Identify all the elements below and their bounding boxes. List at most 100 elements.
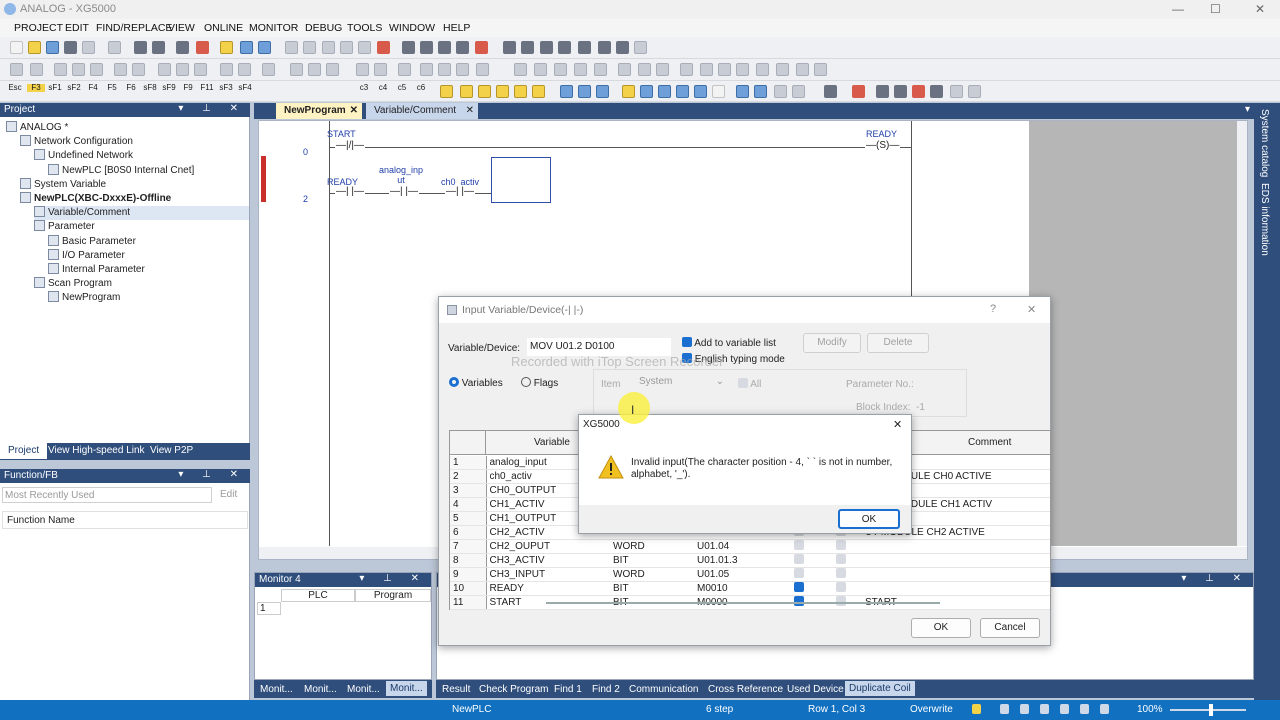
set-coil-icon[interactable] (796, 63, 809, 76)
io-skip-icon[interactable] (374, 63, 387, 76)
table-row[interactable]: 9 CH3_INPUT WORD U01.05 (450, 567, 1050, 582)
ladder-tool-esc[interactable]: Esc (6, 84, 24, 92)
comment-view-icon[interactable] (596, 85, 609, 98)
ladder-tool-c3[interactable]: c3 (355, 84, 373, 92)
tree-item[interactable]: Parameter (34, 220, 249, 234)
table-hscrollbar[interactable] (546, 602, 940, 604)
ladder-tool-c6[interactable]: c6 (412, 84, 430, 92)
variables-radio[interactable]: Variables (449, 377, 503, 389)
goto-step-icon[interactable] (578, 41, 591, 54)
undo-icon[interactable] (285, 41, 298, 54)
reset-coil-icon[interactable] (814, 63, 827, 76)
checkbox-unchecked-icon[interactable] (836, 568, 846, 578)
tab-used-device[interactable]: Used Device (787, 684, 844, 695)
module-icon[interactable] (420, 63, 433, 76)
checkbox-checked-icon[interactable] (794, 582, 804, 592)
system-log-icon[interactable] (476, 63, 489, 76)
pause-mode-icon[interactable] (90, 63, 103, 76)
checkbox-unchecked-icon[interactable] (794, 568, 804, 578)
stop-icon[interactable] (196, 41, 209, 54)
binoculars-icon[interactable] (503, 41, 516, 54)
label-icon[interactable] (622, 85, 635, 98)
side-tab-system-catalog[interactable]: System catalog (1259, 109, 1270, 177)
compare-icon[interactable] (158, 63, 171, 76)
ladder-tool-sf4[interactable]: sF4 (236, 84, 254, 92)
checkbox-unchecked-icon[interactable] (836, 596, 846, 606)
fault-mask-icon[interactable] (398, 63, 411, 76)
ladder-tool-sf8[interactable]: sF8 (141, 84, 159, 92)
grid-icon[interactable] (460, 85, 473, 98)
insert-row-icon[interactable] (402, 41, 415, 54)
menu-window[interactable]: WINDOW (389, 22, 435, 34)
tab-monitor-1[interactable]: Monit... (260, 684, 293, 695)
coil-ready[interactable]: —(S)— (865, 140, 901, 151)
ladder-tool-f11[interactable]: F11 (198, 84, 216, 92)
doc-icon[interactable] (640, 85, 653, 98)
contact-start[interactable]: —|/|— (335, 140, 365, 151)
read-icon[interactable] (114, 63, 127, 76)
input-ok-button[interactable]: OK (911, 618, 971, 638)
tab-high-speed-link[interactable]: View High-speed Link (40, 443, 153, 459)
run-mode-icon[interactable] (54, 63, 67, 76)
ladder-tool-f6[interactable]: F6 (122, 84, 140, 92)
tab-duplicate-coil[interactable]: Duplicate Coil (845, 681, 915, 696)
tab-dropdown-icon[interactable]: ▾ (1245, 104, 1250, 115)
window-icon[interactable] (258, 41, 271, 54)
tree-item[interactable]: NewPLC(XBC-DxxxE)-Offline (20, 192, 249, 206)
clear-plc-icon[interactable] (194, 63, 207, 76)
checkbox-unchecked-icon[interactable] (836, 554, 846, 564)
tree-item[interactable]: System Variable (20, 177, 249, 192)
ladder-tool-f3[interactable]: F3 (27, 84, 45, 92)
close-button[interactable]: ✕ (1255, 2, 1265, 16)
maximize-button[interactable]: ☐ (1210, 2, 1221, 16)
menu-monitor[interactable]: MONITOR (249, 22, 298, 34)
save-icon[interactable] (46, 41, 59, 54)
help-button[interactable]: ? (990, 303, 996, 315)
bracket5-icon[interactable] (618, 63, 631, 76)
function-icon[interactable] (514, 85, 527, 98)
flags-radio[interactable]: Flags (521, 377, 558, 389)
comment-icon[interactable] (220, 41, 233, 54)
close-project-icon[interactable] (64, 41, 77, 54)
plc-icon[interactable] (134, 41, 147, 54)
falling-icon[interactable] (756, 63, 769, 76)
tab-close-icon[interactable]: ✕ (350, 105, 358, 116)
new-file-icon[interactable] (10, 41, 23, 54)
function-edit-button[interactable]: Edit (216, 487, 246, 503)
tab-monitor-4[interactable]: Monit... (386, 681, 427, 696)
menu-view[interactable]: VIEW (168, 22, 195, 34)
tab-monitor-2[interactable]: Monit... (304, 684, 337, 695)
menu-find-replace[interactable]: FIND/REPLACE (96, 22, 172, 34)
find-device-icon[interactable] (558, 41, 571, 54)
input-cancel-button[interactable]: Cancel (980, 618, 1040, 638)
delete-icon[interactable] (377, 41, 390, 54)
menu-tools[interactable]: TOOLS (347, 22, 382, 34)
network-icon[interactable] (438, 63, 451, 76)
zoom-slider[interactable] (1170, 709, 1246, 711)
bracket2-icon[interactable] (554, 63, 567, 76)
menu-online[interactable]: ONLINE (204, 22, 243, 34)
step-icon[interactable] (308, 63, 321, 76)
modify-button[interactable]: Modify (803, 333, 861, 353)
tree-item[interactable]: ANALOG * (6, 121, 249, 135)
bracket-icon[interactable] (534, 63, 547, 76)
rising-icon[interactable] (736, 63, 749, 76)
print-preview-icon[interactable] (108, 41, 121, 54)
copy-icon[interactable] (340, 41, 353, 54)
checkbox-unchecked-icon[interactable] (794, 540, 804, 550)
tree-item[interactable]: NewProgram (48, 291, 249, 305)
delete-column-icon[interactable] (456, 41, 469, 54)
connect-icon[interactable] (152, 41, 165, 54)
doc3-icon[interactable] (676, 85, 689, 98)
bracket6-icon[interactable] (638, 63, 651, 76)
monitor-stop-icon[interactable] (238, 63, 251, 76)
write-icon[interactable] (132, 63, 145, 76)
coil-icon[interactable] (776, 63, 789, 76)
ladder-tool-f9[interactable]: F9 (179, 84, 197, 92)
contact-icon[interactable] (700, 63, 713, 76)
editor-vscrollbar[interactable] (1237, 121, 1247, 546)
tab-new-program[interactable]: NewProgram ✕ (276, 103, 362, 119)
ladder-cursor-box[interactable] (491, 157, 551, 203)
reset-icon[interactable] (176, 63, 189, 76)
delete-row-icon[interactable] (420, 41, 433, 54)
